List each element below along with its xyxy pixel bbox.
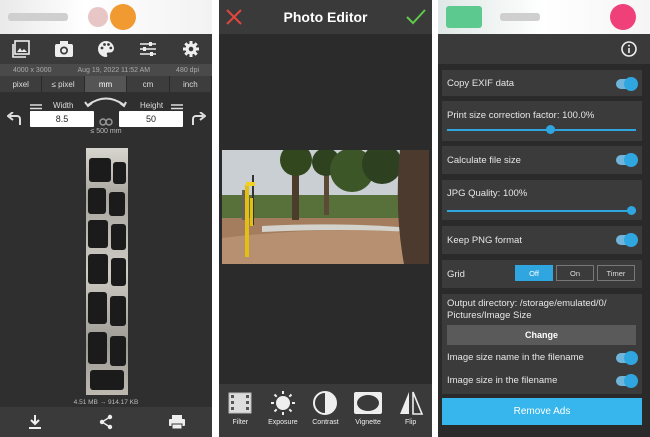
- close-icon[interactable]: [226, 9, 242, 30]
- output-directory-label: Output directory: /storage/emulated/0/ P…: [447, 298, 607, 321]
- copy-exif-label: Copy EXIF data: [447, 78, 515, 89]
- bottom-toolbar: [0, 407, 212, 437]
- print-factor-slider[interactable]: [447, 125, 636, 134]
- size-name-in-filename-toggle[interactable]: [616, 351, 638, 365]
- share-icon[interactable]: [95, 411, 117, 433]
- ad-banner[interactable]: [0, 0, 212, 34]
- tool-exposure[interactable]: Exposure: [263, 390, 303, 426]
- size-limit-text: ≤ 500 mm: [90, 128, 122, 135]
- height-label: Height: [140, 101, 164, 110]
- palette-icon[interactable]: [95, 38, 117, 60]
- vignette-icon: [354, 392, 383, 414]
- calc-size-row[interactable]: Calculate file size: [442, 146, 642, 174]
- filter-icon: [228, 392, 252, 414]
- print-factor-row: Print size correction factor: 100.0%: [442, 101, 642, 141]
- calc-size-toggle[interactable]: [616, 153, 638, 167]
- jpg-quality-row: JPG Quality: 100%: [442, 180, 642, 220]
- exposure-icon: [270, 391, 295, 415]
- settings-screen: Copy EXIF data Print size correction fac…: [438, 0, 650, 437]
- dimension-controls: Width Height 8.5 50 ≤ 500 mm: [0, 92, 212, 138]
- tool-contrast[interactable]: Contrast: [305, 390, 345, 426]
- size-name-in-filename-label: Image size name in the filename: [447, 352, 584, 363]
- ad-graphic: [110, 4, 136, 30]
- remove-ads-button[interactable]: Remove Ads: [442, 398, 642, 425]
- width-label: Width: [53, 101, 74, 110]
- size-in-filename-label: Image size in the filename: [447, 375, 558, 386]
- tool-flip[interactable]: Flip: [391, 390, 431, 426]
- ad-graphic: [8, 13, 68, 21]
- grid-on-option[interactable]: On: [556, 265, 594, 281]
- image-preview: [86, 148, 128, 395]
- unit-cm[interactable]: cm: [127, 76, 170, 92]
- contrast-icon: [313, 391, 338, 415]
- page-title: Photo Editor: [283, 9, 368, 25]
- keep-png-toggle[interactable]: [616, 233, 638, 247]
- sliders-icon[interactable]: [137, 38, 159, 60]
- ad-graphic: [446, 6, 482, 28]
- jpg-quality-knob[interactable]: [627, 206, 636, 215]
- size-editor-screen: 4000 x 3000 Aug 19, 2022 11:52 AM 480 dp…: [0, 0, 212, 437]
- info-icon[interactable]: [621, 41, 637, 62]
- print-factor-label: Print size correction factor: 100.0%: [447, 110, 595, 121]
- top-toolbar: [0, 34, 212, 64]
- unit-mm[interactable]: mm: [84, 76, 128, 92]
- keep-png-row[interactable]: Keep PNG format: [442, 226, 642, 254]
- file-size-info: 4.51 MB → 914.17 KB: [73, 399, 139, 406]
- settings-icon[interactable]: [180, 38, 202, 60]
- unit-pixel[interactable]: pixel: [0, 76, 43, 92]
- grid-row: Grid Off On Timer: [442, 260, 642, 288]
- keep-png-label: Keep PNG format: [447, 235, 522, 246]
- settings-header: [438, 34, 650, 64]
- print-factor-knob[interactable]: [546, 125, 555, 134]
- grid-timer-option[interactable]: Timer: [597, 265, 635, 281]
- camera-icon[interactable]: [53, 38, 75, 60]
- tool-label: Vignette: [355, 419, 381, 426]
- image-info-row: 4000 x 3000 Aug 19, 2022 11:52 AM 480 dp…: [0, 64, 212, 76]
- tool-label: Contrast: [312, 419, 339, 426]
- image-date: Aug 19, 2022 11:52 AM: [77, 66, 151, 74]
- download-icon[interactable]: [24, 411, 46, 433]
- ad-graphic: [500, 13, 540, 21]
- tool-filter[interactable]: Filter: [220, 390, 260, 426]
- jpg-quality-label: JPG Quality: 100%: [447, 188, 528, 199]
- calc-size-label: Calculate file size: [447, 155, 521, 166]
- tool-label: Exposure: [268, 419, 298, 426]
- copy-exif-row[interactable]: Copy EXIF data: [442, 70, 642, 96]
- grid-off-option[interactable]: Off: [515, 265, 553, 281]
- height-input[interactable]: 50: [119, 111, 183, 127]
- image-dpi: 480 dpi: [176, 66, 200, 74]
- editing-tools: Filter Exposure Contrast Vignette Flip: [219, 384, 432, 437]
- tool-label: Filter: [232, 419, 249, 426]
- confirm-icon[interactable]: [406, 9, 426, 30]
- ad-graphic: [88, 7, 108, 27]
- output-options: Output directory: /storage/emulated/0/ P…: [442, 294, 642, 394]
- edited-photo: [222, 150, 429, 264]
- change-directory-button[interactable]: Change: [447, 325, 636, 345]
- flip-icon: [399, 391, 423, 415]
- size-in-filename-toggle[interactable]: [616, 374, 638, 388]
- unit-inch[interactable]: inch: [170, 76, 212, 92]
- gallery-icon[interactable]: [10, 38, 32, 60]
- tool-label: Flip: [405, 419, 417, 426]
- unit-selector: pixel ≤ pixel mm cm inch: [0, 76, 212, 92]
- jpg-quality-slider[interactable]: [447, 206, 636, 215]
- width-input[interactable]: 8.5: [30, 111, 94, 127]
- photo-editor-header: Photo Editor: [219, 0, 432, 34]
- ad-graphic: [610, 4, 636, 30]
- photo-editor-screen: Photo Editor Filter Exposure Contrast Vi…: [219, 0, 432, 437]
- copy-exif-toggle[interactable]: [616, 77, 638, 91]
- image-dimensions: 4000 x 3000: [12, 66, 52, 74]
- unit-max-pixel[interactable]: ≤ pixel: [42, 76, 85, 92]
- print-icon[interactable]: [166, 411, 188, 433]
- tool-vignette[interactable]: Vignette: [348, 390, 388, 426]
- grid-label: Grid: [447, 269, 465, 280]
- ad-banner[interactable]: [438, 0, 650, 34]
